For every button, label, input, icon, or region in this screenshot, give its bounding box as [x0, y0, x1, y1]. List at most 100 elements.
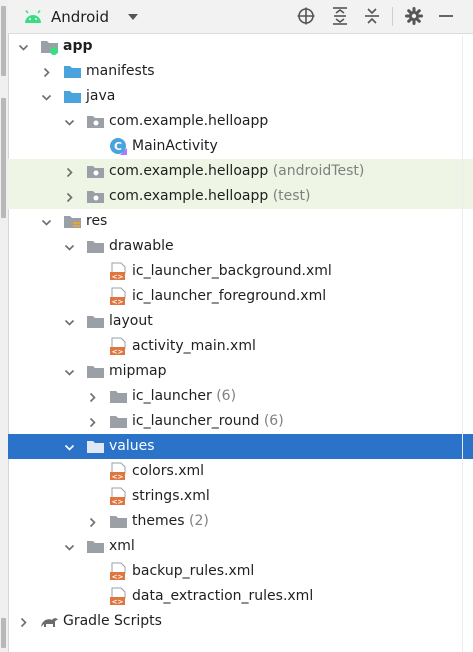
folder-icon [86, 237, 105, 256]
settings-button[interactable] [404, 6, 424, 26]
xml-file-icon: <> [109, 587, 128, 606]
xml-file-icon: <> [109, 287, 128, 306]
tree-item-manifests[interactable]: manifests [8, 59, 473, 84]
tree-item-ic-launcher-round[interactable]: ic_launcher_round (6) [8, 409, 473, 434]
tree-item-label: com.example.helloapp [109, 188, 269, 204]
folder-icon [109, 512, 128, 531]
tree-item-ic-launcher[interactable]: ic_launcher (6) [8, 384, 473, 409]
chevron-down-icon[interactable] [64, 316, 75, 327]
chevron-right-icon[interactable] [64, 191, 75, 203]
tree-item-suffix: (test) [272, 188, 311, 204]
editor-edge-gutter [462, 36, 473, 652]
tree-item-text: drawable [109, 234, 174, 259]
tree-item-suffix: (androidTest) [272, 163, 365, 179]
tree-item-app[interactable]: app [8, 34, 473, 59]
tree-item-pkg-main[interactable]: com.example.helloapp [8, 109, 473, 134]
expand-all-icon [333, 7, 347, 25]
tree-item-label: MainActivity [132, 138, 218, 154]
android-logo-icon [25, 9, 41, 23]
chevron-down-icon[interactable] [64, 441, 75, 452]
chevron-right-icon[interactable] [87, 391, 98, 403]
hide-panel-button[interactable] [436, 6, 456, 26]
tree-item-pkg-android-test[interactable]: com.example.helloapp (androidTest) [8, 159, 473, 184]
chevron-down-icon[interactable] [64, 366, 75, 377]
tree-item-data-extraction-rules[interactable]: <> data_extraction_rules.xml [8, 584, 473, 609]
chevron-down-icon[interactable] [64, 241, 75, 252]
tree-item-label: activity_main.xml [132, 338, 256, 354]
chevron-down-icon[interactable] [41, 91, 52, 102]
tree-item-text: res [86, 209, 107, 234]
tool-window-tab-marker[interactable] [1, 6, 6, 76]
tree-item-label: com.example.helloapp [109, 113, 269, 129]
tree-item-text: ic_launcher (6) [132, 384, 236, 409]
chevron-right-icon[interactable] [41, 66, 52, 78]
project-toolbar: Android [8, 0, 473, 34]
svg-text:C: C [114, 140, 122, 153]
chevron-right-icon[interactable] [87, 516, 98, 528]
tree-item-label: layout [109, 313, 153, 329]
tree-item-label: values [109, 438, 155, 454]
tree-item-drawable[interactable]: drawable [8, 234, 473, 259]
tree-item-pkg-test[interactable]: com.example.helloapp (test) [8, 184, 473, 209]
tree-item-ic-launcher-background[interactable]: <> ic_launcher_background.xml [8, 259, 473, 284]
folder-icon [109, 412, 128, 431]
tool-window-tab-marker[interactable] [1, 98, 6, 218]
chevron-down-icon[interactable] [18, 41, 29, 52]
module-folder-icon [40, 37, 59, 56]
tree-item-suffix: (6) [263, 413, 284, 429]
tree-item-text: layout [109, 309, 153, 334]
tree-item-label: manifests [86, 63, 155, 79]
xml-file-icon: <> [109, 462, 128, 481]
xml-file-icon: <> [109, 562, 128, 581]
tree-item-suffix: (6) [216, 388, 237, 404]
tree-item-res[interactable]: res [8, 209, 473, 234]
chevron-down-icon[interactable] [64, 541, 75, 552]
tree-item-backup-rules[interactable]: <> backup_rules.xml [8, 559, 473, 584]
tree-item-text: com.example.helloapp (androidTest) [109, 159, 364, 184]
tree-item-layout[interactable]: layout [8, 309, 473, 334]
xml-file-icon: <> [109, 262, 128, 281]
tree-item-text: manifests [86, 59, 155, 84]
folder-icon [86, 312, 105, 331]
tree-item-text: strings.xml [132, 484, 210, 509]
expand-all-button[interactable] [330, 6, 350, 26]
tree-item-themes[interactable]: themes (2) [8, 509, 473, 534]
tree-item-label: ic_launcher_round [132, 413, 260, 429]
tree-item-xml[interactable]: xml [8, 534, 473, 559]
tree-item-text: ic_launcher_background.xml [132, 259, 332, 284]
chevron-right-icon[interactable] [64, 166, 75, 178]
tree-item-text: com.example.helloapp [109, 109, 268, 134]
tree-item-activity-main[interactable]: <> activity_main.xml [8, 334, 473, 359]
tree-item-label: strings.xml [132, 488, 210, 504]
tree-item-suffix: (2) [188, 513, 209, 529]
package-folder-icon [86, 162, 105, 181]
tree-item-label: mipmap [109, 363, 167, 379]
tree-item-gradle-scripts[interactable]: Gradle Scripts [8, 609, 473, 634]
chevron-right-icon[interactable] [87, 416, 98, 428]
tree-item-main-activity[interactable]: C MainActivity [8, 134, 473, 159]
tree-item-values[interactable]: values [8, 434, 473, 459]
chevron-down-icon[interactable] [41, 216, 52, 227]
svg-text:<>: <> [112, 348, 124, 356]
package-folder-icon [86, 112, 105, 131]
tree-item-label: ic_launcher_background.xml [132, 263, 332, 279]
tree-item-strings[interactable]: <> strings.xml [8, 484, 473, 509]
tree-item-label: themes [132, 513, 185, 529]
collapse-all-button[interactable] [362, 6, 382, 26]
package-folder-icon [86, 187, 105, 206]
tree-item-text: themes (2) [132, 509, 209, 534]
tree-item-ic-launcher-foreground[interactable]: <> ic_launcher_foreground.xml [8, 284, 473, 309]
tool-window-tab-marker[interactable] [1, 618, 6, 648]
view-selector[interactable]: Android [24, 0, 140, 33]
tree-item-java[interactable]: java [8, 84, 473, 109]
resource-folder-icon [63, 212, 82, 231]
locate-target-button[interactable] [296, 6, 316, 26]
tree-item-text: backup_rules.xml [132, 559, 254, 584]
chevron-right-icon[interactable] [18, 616, 29, 628]
chevron-down-icon[interactable] [126, 10, 140, 24]
svg-text:<>: <> [112, 498, 124, 506]
folder-icon [86, 537, 105, 556]
tree-item-colors[interactable]: <> colors.xml [8, 459, 473, 484]
tree-item-mipmap[interactable]: mipmap [8, 359, 473, 384]
chevron-down-icon[interactable] [64, 116, 75, 127]
